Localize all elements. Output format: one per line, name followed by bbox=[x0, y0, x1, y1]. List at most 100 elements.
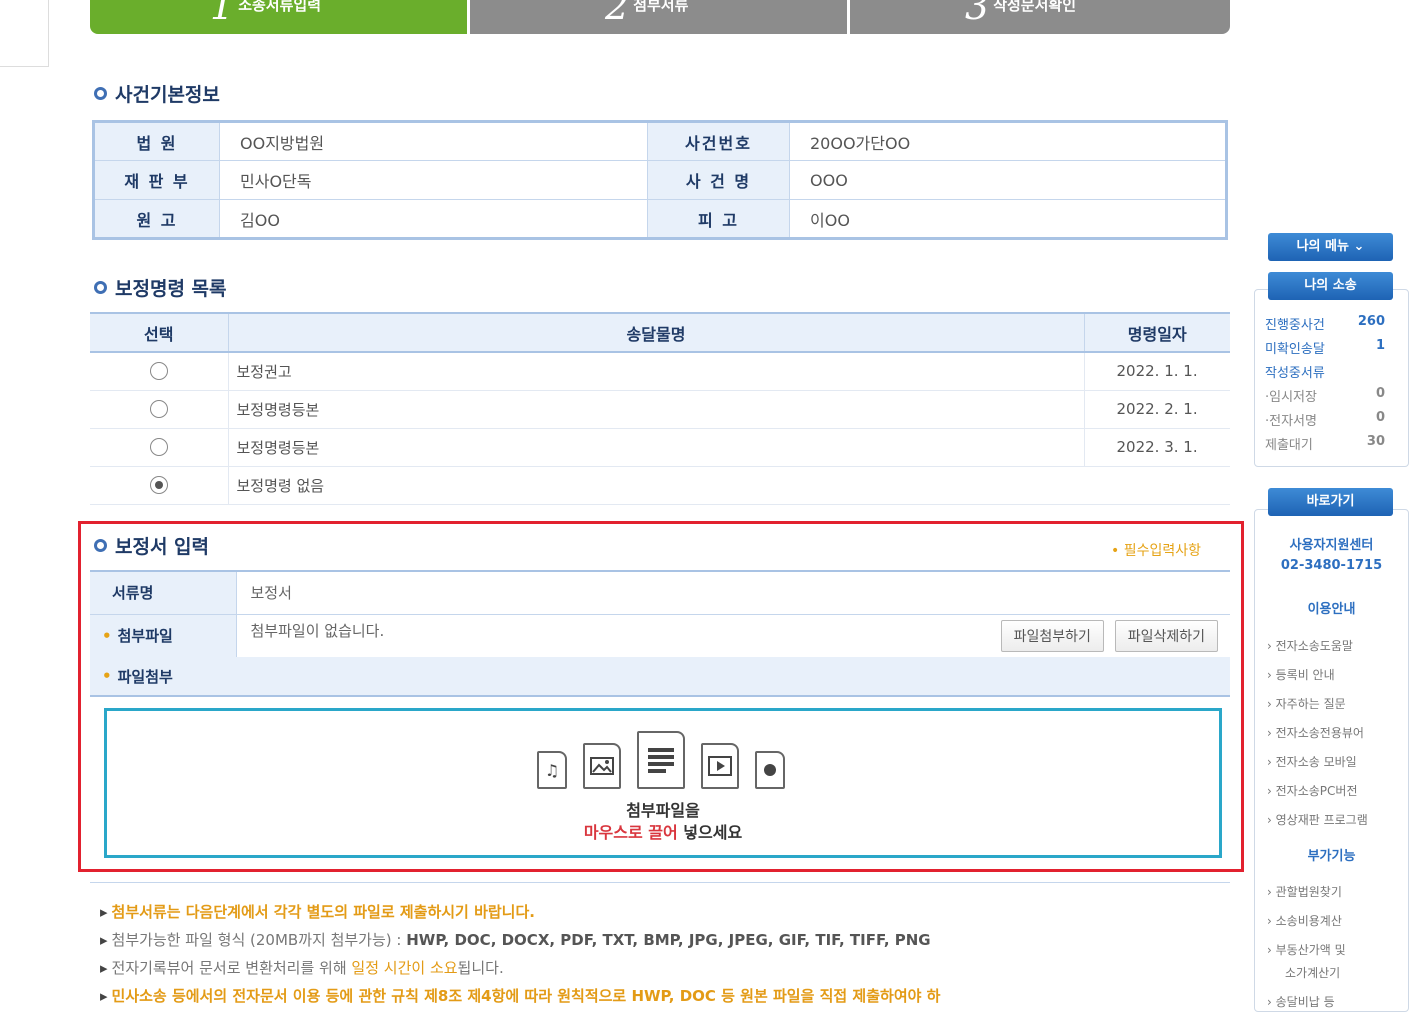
case-number-label: 사건번호 bbox=[647, 121, 790, 161]
attachment-label: 첨부파일 bbox=[117, 627, 173, 645]
extra-link[interactable]: › 소송비용계산 bbox=[1267, 912, 1342, 929]
notice-item: ▸ 첨부가능한 파일 형식 (20MB까지 첨부가능) : HWP, DOC, D… bbox=[100, 926, 1240, 954]
stat-e-signature[interactable]: ·전자서명 0 bbox=[1265, 410, 1385, 429]
order-list-title: 보정명령 목록 bbox=[115, 278, 227, 300]
my-case-button[interactable]: 나의 소송 bbox=[1268, 272, 1393, 300]
step-number: 3 bbox=[965, 0, 990, 28]
court-value: OO지방법원 bbox=[219, 121, 648, 161]
bullet-icon bbox=[94, 539, 107, 552]
notice-list: ▸ 첨부서류는 다음단계에서 각각 별도의 파일로 제출하시기 바랍니다. ▸ 첨부… bbox=[100, 898, 1240, 1010]
table-header-row: 선택 송달물명 명령일자 bbox=[90, 312, 1230, 353]
correction-input-title: 보정서 입력 bbox=[115, 536, 210, 558]
misc-file-icon bbox=[755, 751, 785, 789]
stat-label: ·임시저장 bbox=[1265, 390, 1317, 405]
stat-submit-waiting[interactable]: 제출대기 30 bbox=[1265, 434, 1385, 453]
order-radio[interactable] bbox=[149, 438, 168, 456]
guide-link[interactable]: › 전자소송전용뷰어 bbox=[1267, 724, 1364, 741]
stat-temp-saved[interactable]: ·임시저장 0 bbox=[1265, 386, 1385, 405]
guide-link[interactable]: › 자주하는 질문 bbox=[1267, 695, 1346, 712]
step-3-tab[interactable]: 3 작성문서확인 bbox=[850, 0, 1230, 34]
order-radio-selected[interactable] bbox=[149, 476, 168, 494]
extra-heading: 부가기능 bbox=[1307, 849, 1356, 864]
step-label: 작성문서확인 bbox=[993, 0, 1076, 14]
document-file-icon bbox=[637, 731, 685, 789]
notice-item: ▸ 전자기록뷰어 문서로 변환처리를 위해 일정 시간이 소요됩니다. bbox=[100, 954, 1240, 982]
step-2-tab[interactable]: 2 첨부서류 bbox=[470, 0, 850, 34]
guide-link[interactable]: › 전자소송 모바일 bbox=[1267, 753, 1357, 770]
document-cell: 보정권고 bbox=[228, 352, 1085, 391]
order-list-heading: 보정명령 목록 bbox=[94, 274, 227, 301]
video-file-icon bbox=[701, 743, 739, 789]
table-row: 법 원 OO지방법원 사건번호 20OO가단OO bbox=[93, 121, 1227, 161]
stat-in-progress[interactable]: 진행중사건 260 bbox=[1265, 314, 1385, 333]
required-star: • bbox=[102, 667, 112, 685]
select-column-header: 선택 bbox=[90, 312, 229, 353]
extra-link[interactable]: › 송달비납 등 bbox=[1267, 993, 1335, 1010]
delete-file-button[interactable]: 파일삭제하기 bbox=[1114, 619, 1218, 652]
document-column-header: 송달물명 bbox=[228, 312, 1085, 353]
case-number-value: 20OO가단OO bbox=[789, 121, 1227, 161]
file-attach-header: • 파일첨부 bbox=[90, 657, 1230, 697]
stat-value: 30 bbox=[1366, 434, 1385, 449]
my-menu-button[interactable]: 나의 메뉴 ⌄ bbox=[1268, 233, 1393, 261]
stat-label: ·전자서명 bbox=[1265, 414, 1317, 429]
guide-link[interactable]: › 영상재판 프로그램 bbox=[1267, 811, 1368, 828]
order-radio[interactable] bbox=[149, 400, 168, 418]
case-info-title: 사건기본정보 bbox=[115, 84, 220, 106]
guide-link[interactable]: › 등록비 안내 bbox=[1267, 666, 1335, 683]
guide-link[interactable]: › 전자소송도움말 bbox=[1267, 637, 1353, 654]
required-field-note: • 필수입력사항 bbox=[1111, 543, 1201, 559]
order-radio[interactable] bbox=[149, 362, 168, 381]
division-value: 민사O단독 bbox=[219, 160, 648, 200]
stat-label: 제출대기 bbox=[1265, 438, 1313, 453]
stat-drafting[interactable]: 작성중서류 bbox=[1265, 362, 1385, 381]
stat-value: 260 bbox=[1357, 314, 1385, 329]
extra-link-label: 관할법원찾기 bbox=[1275, 885, 1342, 899]
extra-link-label: 소송비용계산 bbox=[1275, 914, 1342, 928]
table-row: • 첨부파일 첨부파일이 없습니다. 파일첨부하기 파일삭제하기 bbox=[90, 614, 1230, 658]
file-type-icons: ♫ bbox=[537, 731, 785, 789]
table-row[interactable]: 보정명령 없음 bbox=[90, 466, 1230, 505]
guide-heading: 이용안내 bbox=[1307, 602, 1356, 617]
case-name-value: OOO bbox=[789, 160, 1227, 200]
image-file-icon bbox=[583, 743, 621, 789]
select-cell bbox=[90, 390, 229, 429]
step-label: 소송서류입력 bbox=[238, 0, 321, 14]
table-row: 서류명 보정서 bbox=[90, 570, 1230, 615]
table-row[interactable]: 보정명령등본 2022. 3. 1. bbox=[90, 428, 1230, 467]
notice-text: 첨부서류는 다음단계에서 각각 별도의 파일로 제출하시기 바랍니다. bbox=[111, 903, 535, 921]
extra-link-continued[interactable]: 소가계산기 bbox=[1285, 964, 1340, 981]
notice-text: 전자기록뷰어 문서로 변환처리를 위해 bbox=[111, 959, 352, 977]
defendant-label: 피 고 bbox=[647, 199, 790, 239]
division-label: 재 판 부 bbox=[93, 160, 220, 200]
step-1-tab[interactable]: 1 소송서류입력 bbox=[90, 0, 470, 34]
defendant-value: 이OO bbox=[789, 199, 1227, 239]
file-formats-text: HWP, DOC, DOCX, PDF, TXT, BMP, JPG, JPEG… bbox=[406, 931, 931, 949]
case-name-label: 사 건 명 bbox=[647, 160, 790, 200]
stat-unconfirmed[interactable]: 미확인송달 1 bbox=[1265, 338, 1385, 357]
file-dropzone[interactable]: ♫ 첨부파일을 마우스로 끌어 넣으세요 bbox=[104, 708, 1222, 858]
my-case-panel: 진행중사건 260 미확인송달 1 작성중서류 ·임시저장 0 ·전자서명 0 제출대기… bbox=[1254, 289, 1409, 467]
support-center-label: 사용자지원센터 bbox=[1289, 538, 1374, 553]
attach-file-button[interactable]: 파일첨부하기 bbox=[1000, 619, 1104, 652]
guide-link[interactable]: › 전자소송PC버전 bbox=[1267, 782, 1357, 799]
support-phone: 02-3480-1715 bbox=[1280, 558, 1383, 573]
plaintiff-label: 원 고 bbox=[93, 199, 220, 239]
extra-link[interactable]: › 관할법원찾기 bbox=[1267, 883, 1342, 900]
guide-link-label: 전자소송PC버전 bbox=[1275, 784, 1358, 798]
notice-text: 민사소송 등에서의 전자문서 이용 등에 관한 규칙 제8조 제4항에 따라 원… bbox=[111, 987, 941, 1005]
shortcuts-button[interactable]: 바로가기 bbox=[1268, 488, 1393, 516]
arrow-icon: ▸ bbox=[100, 931, 108, 949]
extra-link[interactable]: › 부동산가액 및 bbox=[1267, 941, 1346, 958]
doc-name-value: 보정서 bbox=[236, 570, 1230, 615]
table-row[interactable]: 보정명령등본 2022. 2. 1. bbox=[90, 390, 1230, 429]
table-row[interactable]: 보정권고 2022. 1. 1. bbox=[90, 352, 1230, 391]
attachment-cell: 첨부파일이 없습니다. 파일첨부하기 파일삭제하기 bbox=[236, 614, 1230, 658]
drop-instruction-line2: 마우스로 끌어 넣으세요 bbox=[107, 819, 1219, 843]
required-star: • bbox=[102, 627, 112, 645]
order-list-table: 선택 송달물명 명령일자 보정권고 2022. 1. 1. 보정명령등본 202… bbox=[90, 312, 1230, 505]
stat-value: 0 bbox=[1375, 386, 1385, 401]
date-cell: 2022. 3. 1. bbox=[1084, 428, 1230, 467]
arrow-icon: ▸ bbox=[100, 959, 108, 977]
correction-form-table: 서류명 보정서 • 첨부파일 첨부파일이 없습니다. 파일첨부하기 파일삭제하기 bbox=[90, 570, 1230, 658]
